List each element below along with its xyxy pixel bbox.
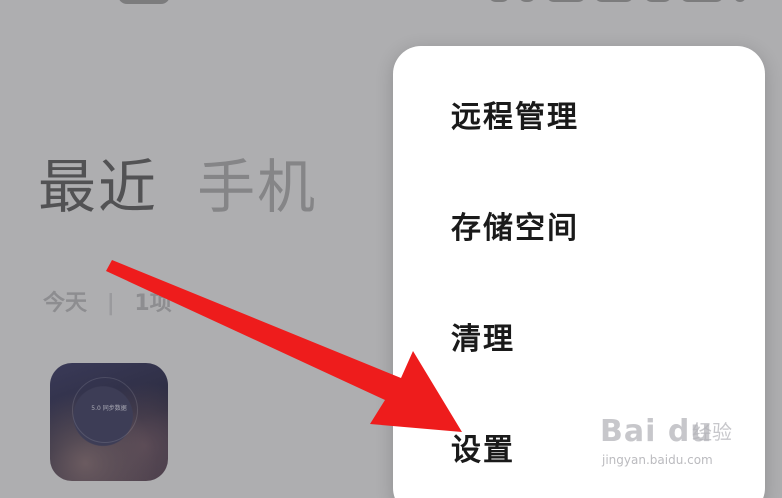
date-label: 今天 [43,291,88,316]
alarm-icon [518,0,536,2]
tab-bar: 最近 手机 [38,147,317,227]
menu-item-clean[interactable]: 清理 [393,295,765,385]
signal-icon-2 [594,0,634,2]
notification-icon [488,0,510,2]
watermark-url: jingyan.baidu.com [602,453,713,467]
tab-phone[interactable]: 手机 [197,147,317,227]
wifi-icon [644,0,672,2]
status-time-indicator [118,0,170,4]
tab-recent[interactable]: 最近 [38,147,158,227]
charging-icon [734,0,746,2]
menu-item-remote-management[interactable]: 远程管理 [393,73,765,163]
date-group-header: 今天 | 1项 [43,288,172,320]
watermark: Bai du 经验 jingyan.baidu.com [600,412,750,490]
status-bar [0,0,782,8]
item-count: 1项 [134,291,172,316]
signal-icon [546,0,586,2]
menu-item-storage[interactable]: 存储空间 [393,184,765,274]
date-separator: | [106,291,115,316]
status-icons [488,0,756,4]
watermark-cn: 经验 [692,420,732,444]
thumbnail-caption: 5.0 同步数据 [91,405,127,412]
battery-icon [680,0,724,2]
recent-file-thumbnail[interactable]: 5.0 同步数据 [50,363,168,481]
file-manager-screen: 最近 手机 今天 | 1项 5.0 同步数据 远程管理 存储空间 清理 设置 B… [0,0,782,498]
menu-item-label: 清理 [451,322,515,357]
menu-item-label: 远程管理 [451,100,579,135]
menu-item-label: 存储空间 [451,211,579,246]
menu-item-label: 设置 [451,433,515,468]
